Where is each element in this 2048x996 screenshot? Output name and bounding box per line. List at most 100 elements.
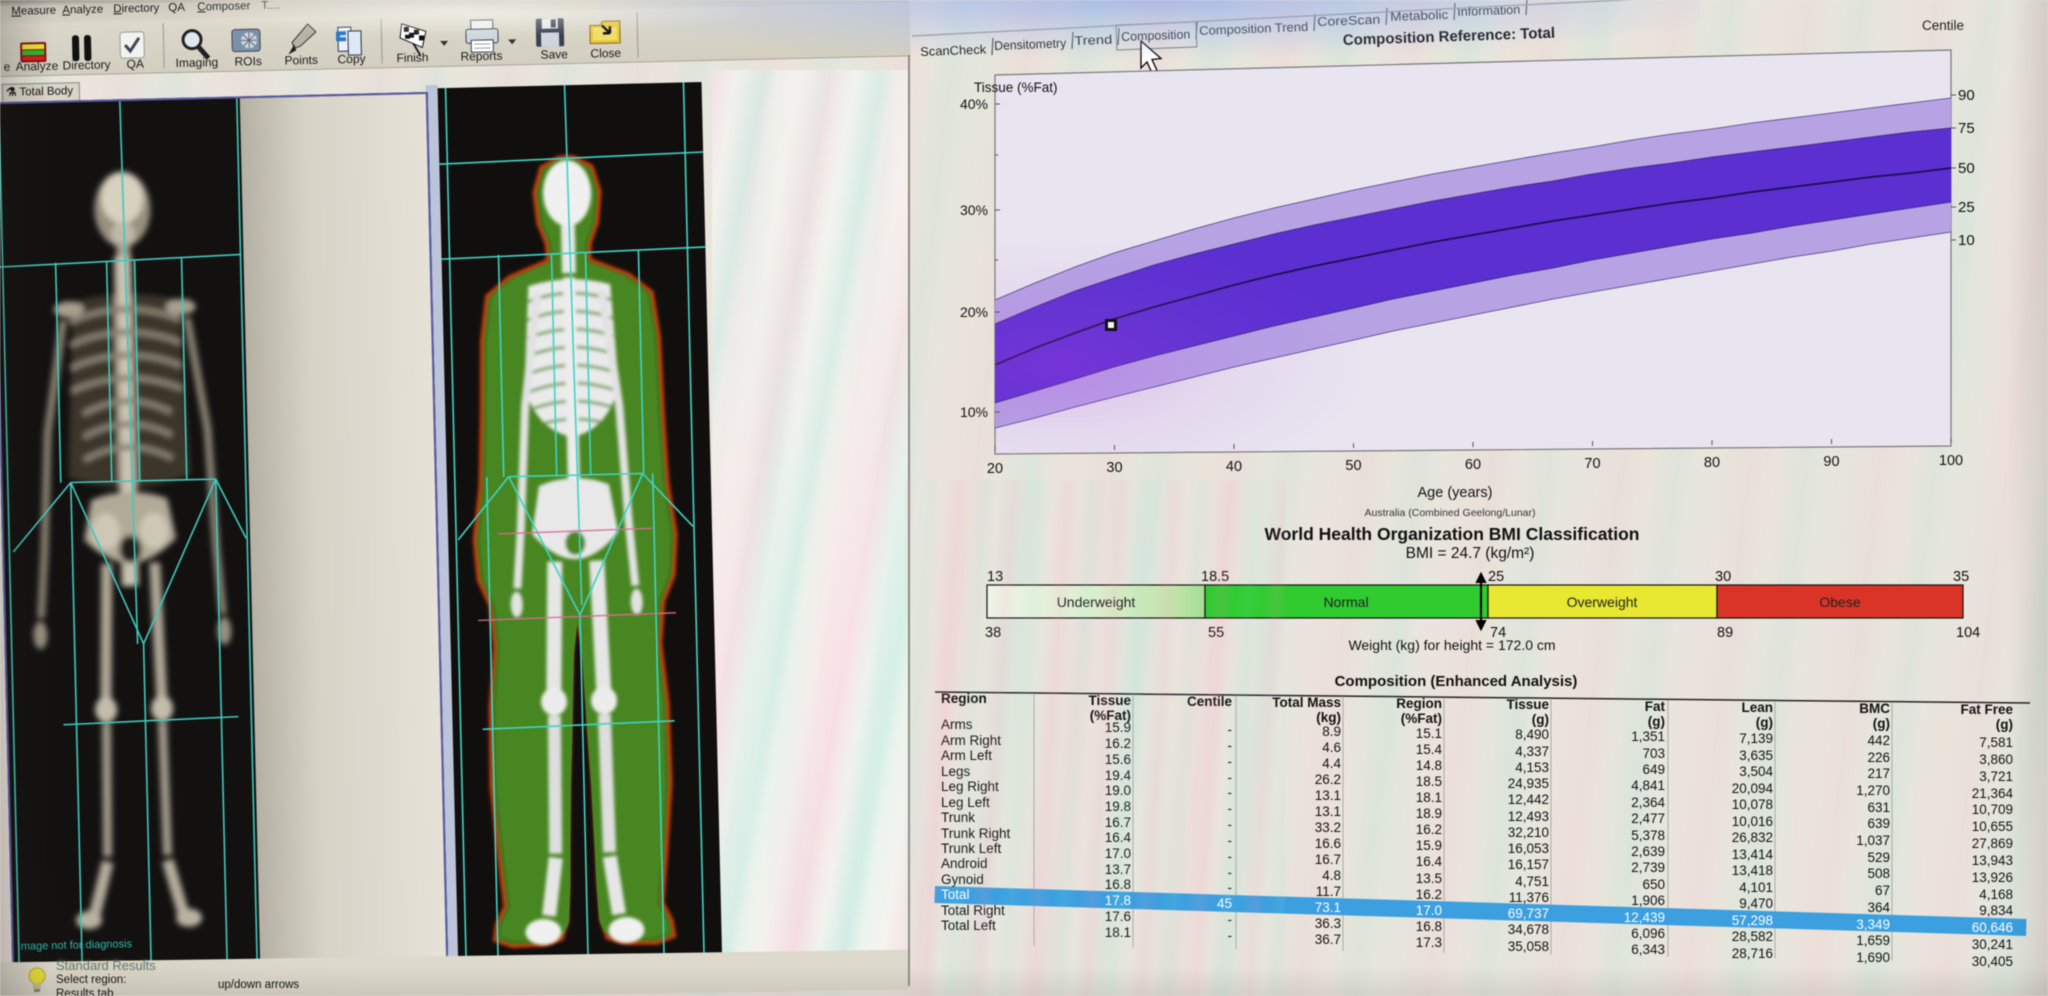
svg-text:Composition Reference: Total: Composition Reference: Total bbox=[1343, 25, 1556, 49]
svg-text:90: 90 bbox=[1823, 454, 1839, 470]
svg-text:6,343: 6,343 bbox=[1631, 942, 1665, 957]
svg-text:19.8: 19.8 bbox=[1105, 799, 1131, 814]
svg-text:15.6: 15.6 bbox=[1105, 752, 1131, 767]
svg-text:10,078: 10,078 bbox=[1732, 797, 1773, 812]
svg-text:20: 20 bbox=[987, 461, 1003, 477]
svg-text:40: 40 bbox=[1226, 459, 1242, 475]
svg-text:16.4: 16.4 bbox=[1416, 854, 1443, 869]
svg-text:17.6: 17.6 bbox=[1105, 909, 1131, 924]
svg-text:(kg): (kg) bbox=[1316, 710, 1341, 725]
svg-text:12,442: 12,442 bbox=[1508, 792, 1549, 807]
svg-text:-: - bbox=[1228, 865, 1233, 880]
svg-text:-: - bbox=[1228, 817, 1233, 832]
svg-text:13.1: 13.1 bbox=[1315, 788, 1341, 803]
svg-text:13,943: 13,943 bbox=[1972, 853, 2013, 868]
svg-text:20,094: 20,094 bbox=[1732, 781, 1774, 796]
svg-text:1,659: 1,659 bbox=[1856, 933, 1890, 948]
svg-text:80: 80 bbox=[1704, 455, 1720, 471]
svg-text:Fat Free: Fat Free bbox=[1960, 702, 2013, 717]
svg-text:4,841: 4,841 bbox=[1631, 778, 1665, 793]
svg-text:30%: 30% bbox=[960, 202, 988, 218]
svg-text:-: - bbox=[1228, 785, 1233, 800]
svg-text:Overweight: Overweight bbox=[1567, 594, 1638, 610]
svg-text:57,298: 57,298 bbox=[1732, 913, 1773, 928]
svg-text:(g): (g) bbox=[1756, 715, 1773, 730]
svg-text:15.1: 15.1 bbox=[1416, 726, 1442, 741]
svg-text:16,053: 16,053 bbox=[1508, 841, 1549, 856]
svg-text:73.1: 73.1 bbox=[1315, 900, 1341, 915]
svg-text:16.6: 16.6 bbox=[1315, 836, 1341, 851]
svg-text:Centile: Centile bbox=[1187, 694, 1233, 709]
svg-text:Arm Right: Arm Right bbox=[941, 733, 1001, 748]
svg-text:36.3: 36.3 bbox=[1315, 916, 1341, 931]
svg-text:639: 639 bbox=[1867, 816, 1890, 831]
svg-text:Centile: Centile bbox=[1922, 18, 1964, 33]
svg-text:18.1: 18.1 bbox=[1105, 925, 1131, 940]
svg-text:226: 226 bbox=[1867, 750, 1890, 765]
svg-text:Australia (Combined Geelong/Lu: Australia (Combined Geelong/Lunar) bbox=[1364, 507, 1535, 519]
svg-text:24,935: 24,935 bbox=[1508, 776, 1549, 791]
svg-text:Total: Total bbox=[941, 887, 970, 902]
svg-text:Lean: Lean bbox=[1741, 700, 1773, 715]
svg-text:32,210: 32,210 bbox=[1508, 825, 1549, 840]
svg-text:26.2: 26.2 bbox=[1315, 772, 1341, 787]
svg-text:ScanCheck: ScanCheck bbox=[920, 42, 987, 59]
svg-text:17.0: 17.0 bbox=[1105, 846, 1131, 861]
svg-text:16.2: 16.2 bbox=[1105, 736, 1131, 751]
svg-text:4.6: 4.6 bbox=[1322, 740, 1341, 755]
svg-text:703: 703 bbox=[1642, 746, 1665, 761]
svg-text:1,270: 1,270 bbox=[1856, 783, 1890, 798]
svg-text:-: - bbox=[1228, 738, 1233, 753]
svg-text:17.0: 17.0 bbox=[1416, 903, 1442, 918]
svg-text:16,157: 16,157 bbox=[1508, 857, 1549, 872]
svg-text:16.8: 16.8 bbox=[1416, 919, 1442, 934]
svg-text:18.5: 18.5 bbox=[1201, 569, 1229, 585]
svg-text:BMC: BMC bbox=[1859, 701, 1890, 716]
svg-text:18.5: 18.5 bbox=[1416, 774, 1442, 789]
svg-text:36.7: 36.7 bbox=[1315, 932, 1341, 947]
svg-text:11,376: 11,376 bbox=[1509, 890, 1549, 905]
svg-text:BMI = 24.7 (kg/m²): BMI = 24.7 (kg/m²) bbox=[1406, 545, 1535, 562]
svg-text:38: 38 bbox=[985, 625, 1001, 641]
svg-text:Legs: Legs bbox=[941, 764, 971, 779]
svg-text:Obese: Obese bbox=[1819, 594, 1860, 610]
svg-text:3,504: 3,504 bbox=[1739, 764, 1773, 779]
svg-text:-: - bbox=[1228, 722, 1233, 737]
svg-text:26,832: 26,832 bbox=[1732, 830, 1773, 845]
svg-text:-: - bbox=[1228, 849, 1233, 864]
svg-text:Composition (Enhanced Analysis: Composition (Enhanced Analysis) bbox=[1335, 673, 1578, 690]
svg-text:70: 70 bbox=[1584, 456, 1600, 472]
svg-text:Tissue: Tissue bbox=[1506, 697, 1549, 712]
svg-text:104: 104 bbox=[1956, 625, 1980, 641]
svg-text:-: - bbox=[1228, 833, 1233, 848]
svg-text:Trunk Left: Trunk Left bbox=[941, 841, 1002, 856]
svg-text:13.7: 13.7 bbox=[1105, 862, 1131, 877]
svg-text:30,241: 30,241 bbox=[1972, 937, 2013, 952]
svg-text:4.8: 4.8 bbox=[1322, 868, 1341, 883]
svg-text:Composition: Composition bbox=[1121, 27, 1191, 44]
svg-text:5,378: 5,378 bbox=[1631, 828, 1665, 843]
svg-text:Leg Right: Leg Right bbox=[941, 779, 999, 794]
svg-text:650: 650 bbox=[1642, 877, 1665, 892]
svg-text:13.1: 13.1 bbox=[1315, 804, 1341, 819]
svg-text:17.8: 17.8 bbox=[1105, 893, 1131, 908]
svg-text:Weight (kg) for height = 172.0: Weight (kg) for height = 172.0 cm bbox=[1348, 637, 1555, 653]
svg-text:67: 67 bbox=[1875, 883, 1890, 898]
svg-text:16.2: 16.2 bbox=[1416, 887, 1442, 902]
svg-text:-: - bbox=[1228, 928, 1233, 943]
svg-text:-: - bbox=[1228, 754, 1233, 769]
svg-text:(g): (g) bbox=[1996, 717, 2013, 732]
svg-text:100: 100 bbox=[1939, 453, 1963, 469]
svg-text:30: 30 bbox=[1106, 460, 1122, 476]
svg-text:1,351: 1,351 bbox=[1631, 729, 1665, 744]
svg-text:Gynoid: Gynoid bbox=[941, 872, 984, 887]
svg-text:19.0: 19.0 bbox=[1105, 783, 1131, 798]
svg-text:8,490: 8,490 bbox=[1515, 727, 1549, 742]
svg-text:90: 90 bbox=[1958, 87, 1975, 104]
svg-text:55: 55 bbox=[1208, 625, 1224, 641]
svg-text:50: 50 bbox=[1345, 458, 1361, 474]
svg-text:-: - bbox=[1228, 912, 1233, 927]
svg-text:2,739: 2,739 bbox=[1631, 860, 1665, 875]
svg-text:13: 13 bbox=[987, 569, 1003, 585]
svg-text:15.9: 15.9 bbox=[1105, 720, 1131, 735]
